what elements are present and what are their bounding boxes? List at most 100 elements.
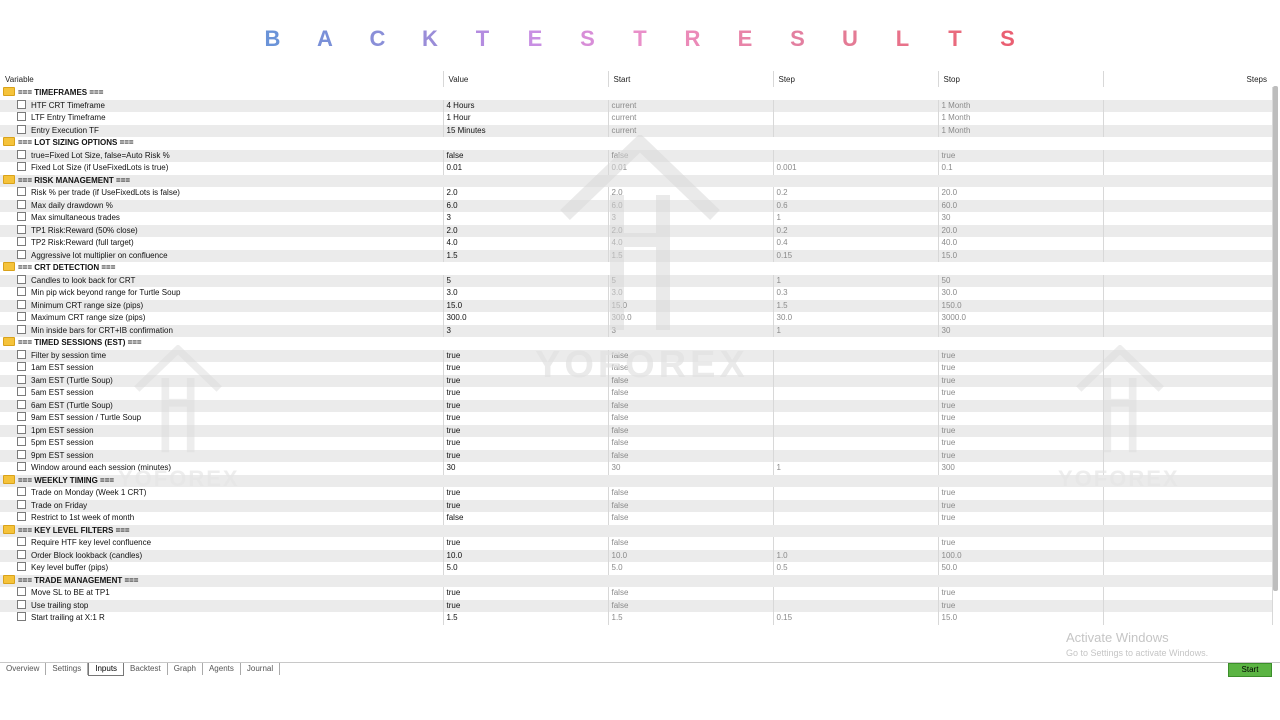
param-row[interactable]: Min inside bars for CRT+IB confirmation 3… [0,324,1273,337]
optimize-checkbox[interactable] [17,612,26,622]
start-cell[interactable]: 5 [608,274,774,287]
param-row[interactable]: Restrict to 1st week of month false false t… [0,512,1273,525]
stop-cell[interactable]: 1 Month [938,112,1104,125]
value-cell[interactable]: 4 Hours [443,99,609,112]
step-cell[interactable]: 0.001 [773,162,939,175]
param-row[interactable]: Filter by session time true false true [0,349,1273,362]
tab-overview[interactable]: Overview [0,663,47,675]
value-cell[interactable]: true [443,424,609,437]
value-cell[interactable]: 6.0 [443,199,609,212]
stop-cell[interactable]: 40.0 [938,237,1104,250]
step-cell[interactable]: 30.0 [773,312,939,325]
optimize-checkbox[interactable] [17,162,26,172]
value-cell[interactable]: true [443,449,609,462]
value-cell[interactable]: 0.01 [443,162,609,175]
stop-cell[interactable]: true [938,399,1104,412]
param-row[interactable]: LTF Entry Timeframe 1 Hour current 1 Month [0,112,1273,125]
optimize-checkbox[interactable] [17,324,26,334]
step-cell[interactable] [773,599,939,612]
param-row[interactable]: 6am EST (Turtle Soup) true false true [0,399,1273,412]
start-cell[interactable]: 6.0 [608,199,774,212]
value-cell[interactable]: 3.0 [443,287,609,300]
param-row[interactable]: Entry Execution TF 15 Minutes current 1 Mon… [0,124,1273,137]
step-cell[interactable] [773,387,939,400]
optimize-checkbox[interactable] [17,599,26,609]
value-cell[interactable]: true [443,362,609,375]
column-header-start[interactable]: Start [608,71,774,87]
start-cell[interactable]: 5.0 [608,562,774,575]
optimize-checkbox[interactable] [17,312,26,322]
step-cell[interactable] [773,424,939,437]
stop-cell[interactable]: true [938,374,1104,387]
value-cell[interactable]: 1.5 [443,612,609,625]
start-cell[interactable]: 3.0 [608,287,774,300]
optimize-checkbox[interactable] [17,549,26,559]
optimize-checkbox[interactable] [17,512,26,522]
optimize-checkbox[interactable] [17,112,26,122]
column-header-variable[interactable]: Variable [0,71,444,87]
step-cell[interactable] [773,412,939,425]
start-cell[interactable]: false [608,412,774,425]
column-header-value[interactable]: Value [443,71,609,87]
step-cell[interactable] [773,124,939,137]
start-cell[interactable]: 3 [608,212,774,225]
param-row[interactable]: Trade on Monday (Week 1 CRT) true false tru… [0,487,1273,500]
stop-cell[interactable]: true [938,149,1104,162]
start-cell[interactable]: 10.0 [608,549,774,562]
value-cell[interactable]: true [443,487,609,500]
stop-cell[interactable]: 15.0 [938,612,1104,625]
step-cell[interactable]: 0.4 [773,237,939,250]
step-cell[interactable]: 1.0 [773,549,939,562]
value-cell[interactable]: 30 [443,462,609,475]
optimize-checkbox[interactable] [17,499,26,509]
value-cell[interactable]: 5 [443,274,609,287]
value-cell[interactable]: 1 Hour [443,112,609,125]
step-cell[interactable] [773,99,939,112]
start-cell[interactable]: 30 [608,462,774,475]
value-cell[interactable]: true [443,374,609,387]
value-cell[interactable]: 2.0 [443,187,609,200]
start-cell[interactable]: false [608,537,774,550]
param-row[interactable]: Order Block lookback (candles) 10.0 10.0 1.… [0,549,1273,562]
start-cell[interactable]: false [608,512,774,525]
value-cell[interactable]: 5.0 [443,562,609,575]
tab-settings[interactable]: Settings [46,663,89,675]
step-cell[interactable] [773,399,939,412]
value-cell[interactable]: true [443,537,609,550]
start-cell[interactable]: false [608,487,774,500]
start-cell[interactable]: false [608,149,774,162]
stop-cell[interactable]: 50.0 [938,562,1104,575]
start-cell[interactable]: 4.0 [608,237,774,250]
param-row[interactable]: Max simultaneous trades 3 3 1 30 [0,212,1273,225]
param-row[interactable]: Maximum CRT range size (pips) 300.0 300.0 3… [0,312,1273,325]
step-cell[interactable] [773,537,939,550]
value-cell[interactable]: 3 [443,212,609,225]
stop-cell[interactable]: 0.1 [938,162,1104,175]
tab-agents[interactable]: Agents [203,663,241,675]
step-cell[interactable]: 0.15 [773,249,939,262]
stop-cell[interactable]: true [938,449,1104,462]
start-cell[interactable]: 300.0 [608,312,774,325]
value-cell[interactable]: false [443,512,609,525]
group-row[interactable]: === LOT SIZING OPTIONS === [0,137,1273,150]
optimize-checkbox[interactable] [17,287,26,297]
optimize-checkbox[interactable] [17,387,26,397]
param-row[interactable]: Minimum CRT range size (pips) 15.0 15.0 1.5… [0,299,1273,312]
optimize-checkbox[interactable] [17,149,26,159]
start-cell[interactable]: false [608,399,774,412]
start-cell[interactable]: false [608,449,774,462]
tab-graph[interactable]: Graph [168,663,203,675]
param-row[interactable]: Max daily drawdown % 6.0 6.0 0.6 60.0 [0,199,1273,212]
stop-cell[interactable]: true [938,487,1104,500]
start-cell[interactable]: 2.0 [608,187,774,200]
stop-cell[interactable]: 30.0 [938,287,1104,300]
optimize-checkbox[interactable] [17,462,26,472]
value-cell[interactable]: true [443,499,609,512]
optimize-checkbox[interactable] [17,362,26,372]
group-row[interactable]: === TRADE MANAGEMENT === [0,574,1273,587]
param-row[interactable]: 5pm EST session true false true [0,437,1273,450]
stop-cell[interactable]: true [938,349,1104,362]
start-cell[interactable]: 0.01 [608,162,774,175]
value-cell[interactable]: 15 Minutes [443,124,609,137]
stop-cell[interactable]: 20.0 [938,187,1104,200]
